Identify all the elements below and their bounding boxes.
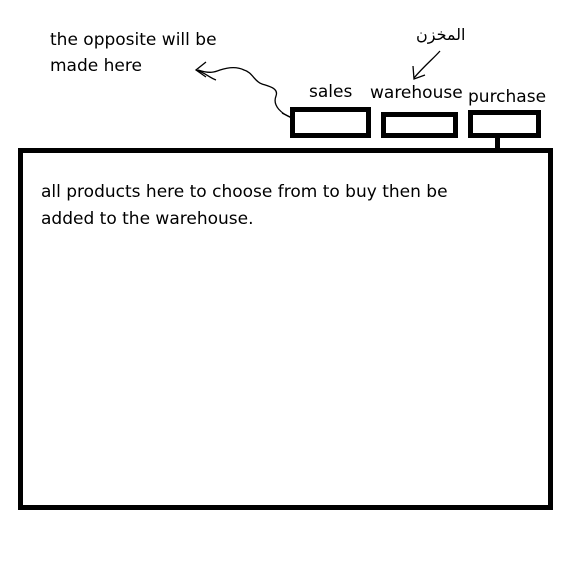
tab-warehouse[interactable]: [381, 112, 458, 138]
tab-warehouse-label: warehouse: [370, 83, 463, 103]
warehouse-arabic-note: المخزن: [416, 25, 466, 44]
panel-text-line1: all products here to choose from to buy …: [41, 182, 448, 202]
panel-description: all products here to choose from to buy …: [41, 179, 511, 233]
tab-purchase[interactable]: [468, 110, 541, 138]
panel-text-line2: added to the warehouse.: [41, 209, 254, 229]
opposite-note-line1: the opposite will be: [50, 30, 217, 50]
opposite-note-line2: made here: [50, 56, 142, 76]
tab-purchase-label: purchase: [468, 87, 547, 107]
opposite-note: the opposite will be made here: [50, 27, 217, 79]
tab-sales[interactable]: [290, 107, 371, 138]
warehouse-arrow-icon: [413, 50, 441, 79]
purchase-products-panel: all products here to choose from to buy …: [18, 148, 553, 510]
tab-sales-label: sales: [309, 82, 353, 102]
